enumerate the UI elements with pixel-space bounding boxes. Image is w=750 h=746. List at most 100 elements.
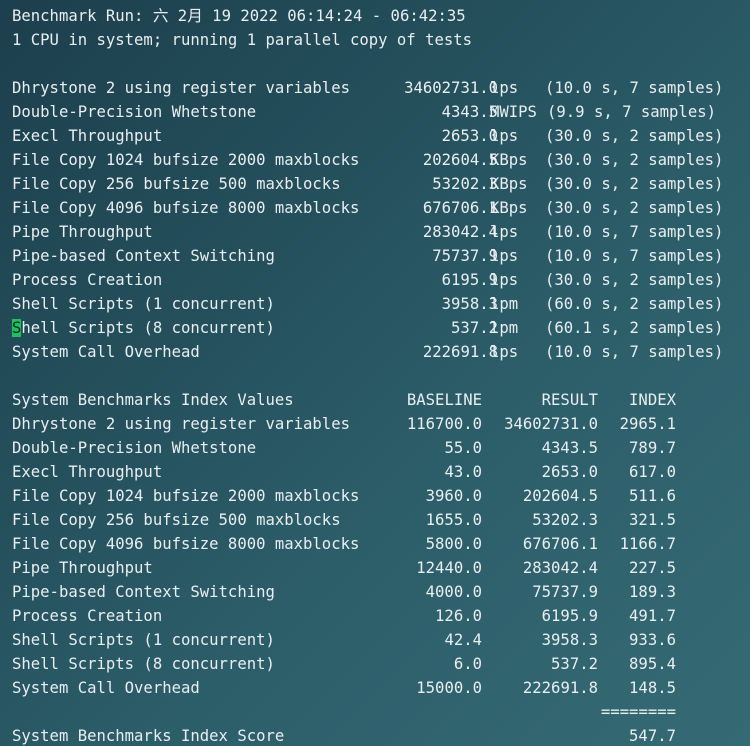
result-value: 283042.4 [522, 559, 598, 577]
score-separator: ======== [600, 703, 676, 721]
result-header: RESULT [541, 391, 598, 409]
result-value: 537.2 [551, 655, 598, 673]
baseline-value: 42.4 [444, 631, 482, 649]
index-value: 511.6 [629, 487, 676, 505]
index-test-name: Pipe Throughput [12, 559, 153, 577]
result-detail: (30.0 s, 2 samples) [545, 199, 724, 217]
result-row: Double-Precision Whetstone 4343.5 MWIPS (9.… [12, 100, 750, 124]
result-detail: (30.0 s, 2 samples) [545, 271, 724, 289]
index-row: Double-Precision Whetstone 55.0 4343.5 789.… [12, 436, 750, 460]
index-value: 148.5 [629, 679, 676, 697]
baseline-value: 1655.0 [425, 511, 482, 529]
index-value: 227.5 [629, 559, 676, 577]
result-detail: (30.0 s, 2 samples) [545, 151, 724, 169]
baseline-value: 15000.0 [416, 679, 482, 697]
result-name: Shell Scripts (1 concurrent) [12, 295, 275, 313]
index-value: 789.7 [629, 439, 676, 457]
result-name: File Copy 256 bufsize 500 maxblocks [12, 175, 341, 193]
score-label: System Benchmarks Index Score [12, 727, 285, 745]
result-unit: lps [490, 223, 519, 241]
result-name: Execl Throughput [12, 127, 163, 145]
index-test-name: File Copy 4096 bufsize 8000 maxblocks [12, 535, 360, 553]
baseline-value: 12440.0 [416, 559, 482, 577]
result-name: System Call Overhead [12, 343, 200, 361]
index-value: 617.0 [629, 463, 676, 481]
result-value: 75737.9 [432, 247, 498, 265]
result-unit: KBps [490, 175, 528, 193]
index-test-name: Shell Scripts (1 concurrent) [12, 631, 275, 649]
index-column-header: INDEX [629, 391, 676, 409]
result-unit: KBps [490, 151, 528, 169]
index-test-name: Execl Throughput [12, 463, 163, 481]
baseline-value: 116700.0 [406, 415, 482, 433]
result-unit: lps [490, 271, 519, 289]
benchmark-run-line: Benchmark Run: 六 2月 19 2022 06:14:24 - 0… [12, 7, 466, 25]
result-detail: (60.1 s, 2 samples) [545, 319, 724, 337]
index-header-row: System Benchmarks Index Values BASELINE … [12, 388, 750, 412]
result-detail: (10.0 s, 7 samples) [545, 247, 724, 265]
index-row: System Call Overhead 15000.0 222691.8 148.5 [12, 676, 750, 700]
result-name: Double-Precision Whetstone [12, 103, 257, 121]
baseline-value: 6.0 [453, 655, 482, 673]
result-value: 4343.5 [541, 439, 598, 457]
result-value: 676706.1 [422, 199, 498, 217]
score-separator-row: ======== [12, 700, 750, 724]
result-row: Dhrystone 2 using register variables 3460… [12, 76, 750, 100]
result-unit: lps [490, 79, 519, 97]
index-value: 321.5 [629, 511, 676, 529]
index-test-name: Dhrystone 2 using register variables [12, 415, 350, 433]
result-name: File Copy 4096 bufsize 8000 maxblocks [12, 199, 360, 217]
baseline-value: 55.0 [444, 439, 482, 457]
result-row: Pipe-based Context Switching 75737.9 lps (1… [12, 244, 750, 268]
result-value: 3958.3 [541, 631, 598, 649]
index-test-name: File Copy 256 bufsize 500 maxblocks [12, 511, 341, 529]
result-row: Execl Throughput 2653.0 lps (30.0 s, 2 samp… [12, 124, 750, 148]
result-value: 202604.5 [422, 151, 498, 169]
index-test-name: System Call Overhead [12, 679, 200, 697]
index-row: Process Creation 126.0 6195.9 491.7 [12, 604, 750, 628]
index-test-name: Process Creation [12, 607, 163, 625]
result-detail: (60.0 s, 2 samples) [545, 295, 724, 313]
result-name: Dhrystone 2 using register variables [12, 79, 350, 97]
index-test-name: Shell Scripts (8 concurrent) [12, 655, 275, 673]
index-row: Execl Throughput 43.0 2653.0 617.0 [12, 460, 750, 484]
baseline-value: 5800.0 [425, 535, 482, 553]
result-unit: lps [490, 127, 519, 145]
index-test-name: File Copy 1024 bufsize 2000 maxblocks [12, 487, 360, 505]
result-unit: KBps [490, 199, 528, 217]
index-row: Pipe Throughput 12440.0 283042.4 227.5 [12, 556, 750, 580]
index-value: 933.6 [629, 631, 676, 649]
result-value: 2653.0 [541, 463, 598, 481]
result-value: 75737.9 [532, 583, 598, 601]
index-table: Dhrystone 2 using register variables 1167… [12, 412, 750, 700]
result-unit: lps [490, 343, 519, 361]
index-test-name: Double-Precision Whetstone [12, 439, 257, 457]
result-detail: (30.0 s, 2 samples) [545, 175, 724, 193]
result-detail: (10.0 s, 7 samples) [545, 343, 724, 361]
result-value: 202604.5 [522, 487, 598, 505]
baseline-value: 3960.0 [425, 487, 482, 505]
result-unit: lpm [490, 319, 519, 337]
terminal-output: Benchmark Run: 六 2月 19 2022 06:14:24 - 0… [12, 4, 750, 746]
result-row: File Copy 1024 bufsize 2000 maxblocks 202… [12, 148, 750, 172]
index-row: File Copy 256 bufsize 500 maxblocks 1655.… [12, 508, 750, 532]
results-list: Dhrystone 2 using register variables 3460… [12, 76, 750, 364]
index-row: Dhrystone 2 using register variables 1167… [12, 412, 750, 436]
index-test-name: Pipe-based Context Switching [12, 583, 275, 601]
index-row: Shell Scripts (1 concurrent) 42.4 3958.3 93… [12, 628, 750, 652]
result-row: File Copy 4096 bufsize 8000 maxblocks 676… [12, 196, 750, 220]
result-value: 283042.4 [422, 223, 498, 241]
result-value: 53202.3 [432, 175, 498, 193]
index-value: 491.7 [629, 607, 676, 625]
result-value: 222691.8 [422, 343, 498, 361]
result-unit: MWIPS [490, 103, 537, 121]
index-row: Shell Scripts (8 concurrent) 6.0 537.2 895.… [12, 652, 750, 676]
result-name: File Copy 1024 bufsize 2000 maxblocks [12, 151, 360, 169]
result-detail: (9.9 s, 7 samples) [547, 103, 716, 121]
baseline-header: BASELINE [406, 391, 482, 409]
result-unit: lps [490, 247, 519, 265]
result-value: 222691.8 [522, 679, 598, 697]
result-value: 34602731.0 [404, 79, 498, 97]
